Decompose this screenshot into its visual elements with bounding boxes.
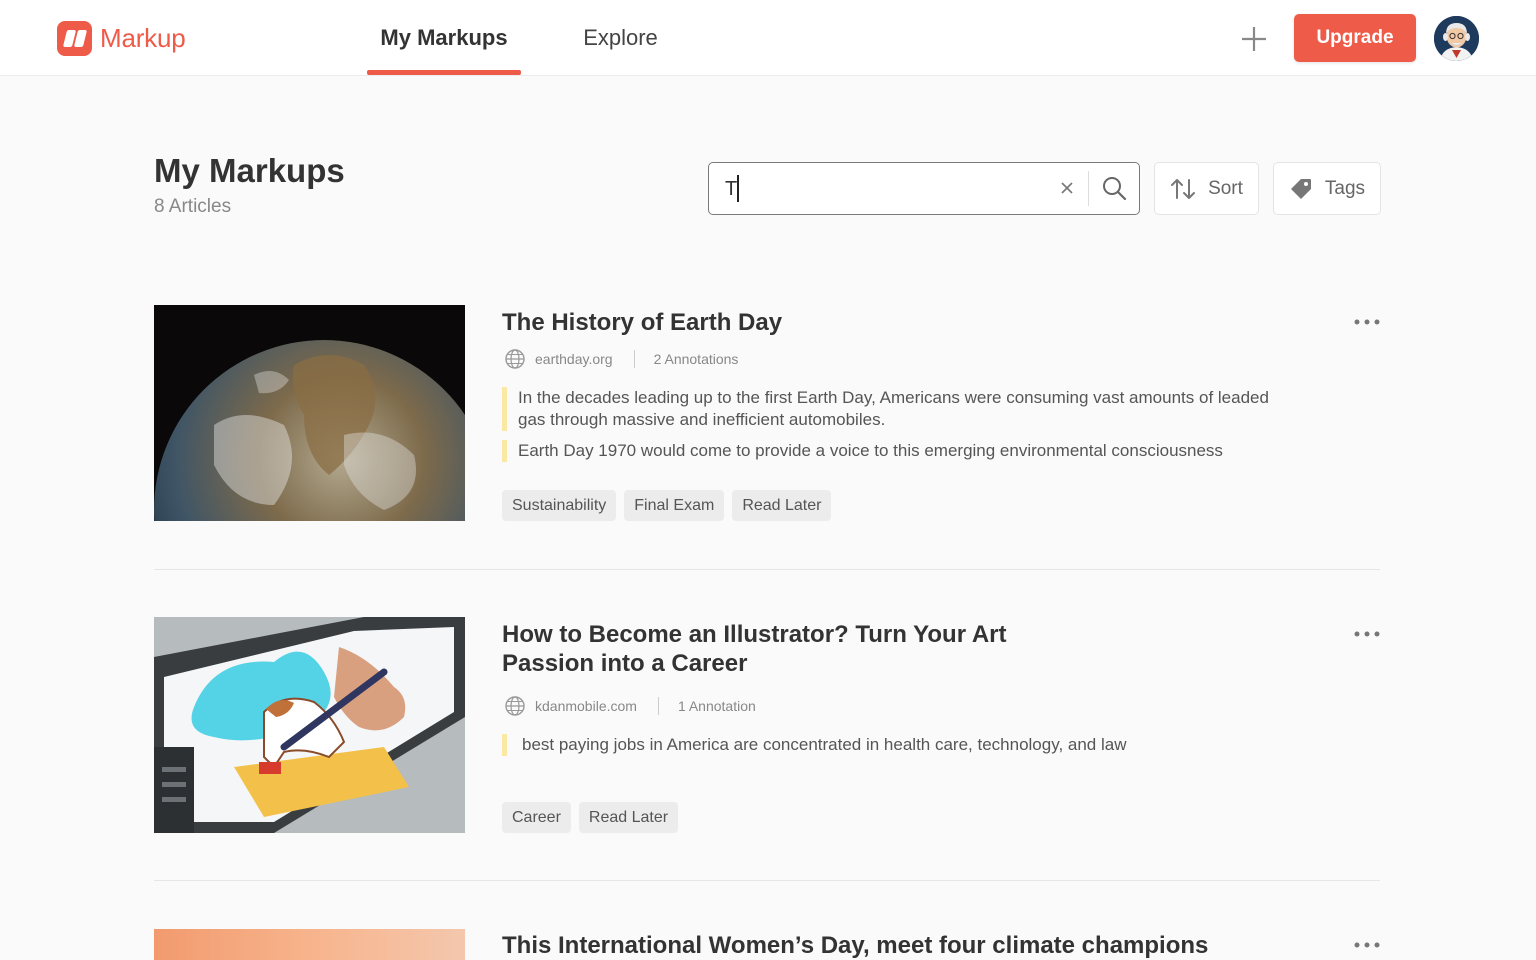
page-title: My Markups (154, 152, 345, 189)
tags-button[interactable]: Tags (1273, 162, 1381, 215)
globe-icon (505, 349, 525, 369)
tab-my-markups[interactable]: My Markups (367, 0, 521, 76)
top-navigation-bar: Markup My Markups Explore Upgrade (0, 0, 1536, 76)
article-meta: kdanmobile.com 1 Annotation (504, 695, 756, 717)
globe-icon (505, 696, 525, 716)
user-avatar-icon (1434, 16, 1479, 61)
search-divider (1088, 171, 1089, 206)
article-meta: earthday.org 2 Annotations (504, 348, 738, 370)
meta-separator (633, 350, 635, 368)
app-logo[interactable]: Markup (57, 21, 186, 56)
illustration-image (154, 617, 465, 833)
sort-button[interactable]: Sort (1154, 162, 1259, 215)
more-horizontal-icon (1354, 319, 1380, 325)
article-domain: earthday.org (535, 351, 613, 367)
annotation-count: 2 Annotations (653, 351, 739, 367)
more-horizontal-icon (1354, 631, 1380, 637)
tab-explore[interactable]: Explore (572, 0, 669, 76)
highlight-quote[interactable]: In the decades leading up to the first E… (502, 387, 1272, 431)
app-name: Markup (100, 23, 186, 53)
annotation-count: 1 Annotation (677, 698, 756, 714)
tag-chip[interactable]: Final Exam (624, 490, 725, 521)
tags-label: Tags (1324, 177, 1366, 199)
card-divider (154, 569, 1380, 570)
plus-icon (1242, 27, 1266, 51)
tag-list: Career Read Later (502, 802, 686, 833)
clear-search-button[interactable] (1056, 177, 1078, 199)
more-horizontal-icon (1354, 942, 1380, 948)
more-options-button[interactable] (1353, 938, 1381, 952)
search-input[interactable] (725, 173, 1045, 205)
highlight-quote[interactable]: Earth Day 1970 would come to provide a v… (502, 440, 1272, 462)
article-card: The History of Earth Day earthday.org 2 … (154, 305, 1381, 570)
tag-list: Sustainability Final Exam Read Later (502, 490, 839, 521)
tag-chip[interactable]: Read Later (578, 802, 679, 833)
more-options-button[interactable] (1353, 315, 1383, 329)
text-cursor (737, 175, 739, 202)
article-title[interactable]: The History of Earth Day (502, 308, 782, 337)
highlight-quote[interactable]: best paying jobs in America are concentr… (502, 734, 1272, 756)
earth-image (154, 305, 465, 521)
card-divider (154, 880, 1380, 881)
tag-chip[interactable]: Sustainability (502, 490, 617, 521)
meta-separator (657, 697, 659, 715)
search-button[interactable] (1100, 174, 1128, 202)
more-options-button[interactable] (1353, 627, 1383, 641)
sunset-image (154, 929, 465, 960)
upgrade-button[interactable]: Upgrade (1294, 14, 1416, 62)
tag-icon (1290, 178, 1311, 199)
article-title[interactable]: This International Women’s Day, meet fou… (502, 931, 1208, 960)
search-icon (1103, 177, 1127, 201)
tag-chip[interactable]: Read Later (732, 490, 832, 521)
article-title[interactable]: How to Become an Illustrator? Turn Your … (502, 620, 1102, 678)
article-thumbnail[interactable] (154, 617, 465, 833)
sort-icon (1171, 178, 1196, 199)
article-card: This International Women’s Day, meet fou… (154, 929, 1381, 960)
article-count: 8 Articles (154, 196, 232, 217)
sort-label: Sort (1208, 177, 1243, 199)
close-icon (1061, 182, 1073, 194)
active-tab-indicator (367, 70, 521, 75)
tag-chip[interactable]: Career (502, 802, 571, 833)
article-thumbnail[interactable] (154, 929, 465, 960)
article-domain: kdanmobile.com (535, 698, 637, 714)
user-avatar[interactable] (1434, 16, 1479, 61)
article-card: How to Become an Illustrator? Turn Your … (154, 617, 1381, 882)
markup-logo-icon (57, 21, 92, 56)
article-thumbnail[interactable] (154, 305, 465, 521)
add-article-button[interactable] (1238, 23, 1270, 55)
